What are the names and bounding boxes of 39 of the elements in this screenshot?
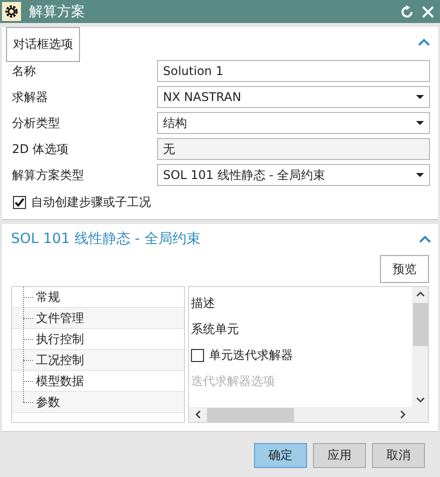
dropdown[interactable]: SOL 101 线性静态 - 全局约束 bbox=[157, 164, 430, 186]
scroll-down-icon[interactable] bbox=[416, 397, 424, 403]
checkbox[interactable] bbox=[191, 348, 204, 362]
checkbox-label: 单元迭代求解器 bbox=[209, 346, 293, 364]
tree-item[interactable]: 常规 bbox=[36, 288, 60, 306]
window-title: 解算方案 bbox=[29, 2, 86, 20]
section-title: SOL 101 线性静态 - 全局约束 bbox=[11, 230, 200, 248]
dialog-button[interactable]: 应用 bbox=[313, 443, 366, 468]
checkbox-label: 自动创建步骤或子工况 bbox=[31, 194, 151, 211]
horizontal-scrollbar[interactable] bbox=[189, 407, 412, 422]
scroll-left-icon[interactable] bbox=[195, 410, 201, 419]
collapse-icon[interactable] bbox=[418, 37, 430, 47]
tree-item[interactable]: 参数 bbox=[36, 394, 60, 410]
dialog-button[interactable]: 确定 bbox=[254, 443, 307, 468]
collapse-icon[interactable] bbox=[419, 234, 431, 244]
preview-button[interactable]: 预览 bbox=[380, 255, 429, 283]
field-label: 解算方案类型 bbox=[11, 166, 85, 184]
close-icon[interactable] bbox=[422, 6, 434, 18]
tree-item[interactable]: 模型数据 bbox=[36, 372, 84, 390]
dialog-options-button[interactable]: 对话框选项 bbox=[6, 27, 80, 62]
field-label: 求解器 bbox=[11, 88, 49, 106]
field-label: 2D 体选项 bbox=[11, 140, 70, 158]
vertical-scrollbar[interactable] bbox=[412, 287, 428, 407]
dropdown[interactable]: NX NASTRAN bbox=[157, 86, 430, 108]
checkbox[interactable] bbox=[13, 196, 26, 209]
tree-item[interactable]: 执行控制 bbox=[36, 330, 84, 348]
field-label: 分析类型 bbox=[11, 114, 61, 132]
readonly-field: 无 bbox=[157, 138, 430, 160]
property-label: 描述 bbox=[191, 294, 215, 312]
dialog-button[interactable]: 取消 bbox=[372, 443, 425, 468]
field-label: 名称 bbox=[11, 62, 37, 80]
gear-icon bbox=[2, 2, 21, 21]
property-label: 系统单元 bbox=[191, 320, 239, 338]
input-field[interactable]: Solution 1 bbox=[157, 60, 430, 82]
scroll-up-icon[interactable] bbox=[416, 291, 424, 297]
property-label: 迭代求解器选项 bbox=[191, 372, 275, 390]
reset-icon[interactable] bbox=[400, 4, 414, 18]
dropdown[interactable]: 结构 bbox=[157, 112, 430, 134]
scroll-right-icon[interactable] bbox=[400, 410, 406, 419]
